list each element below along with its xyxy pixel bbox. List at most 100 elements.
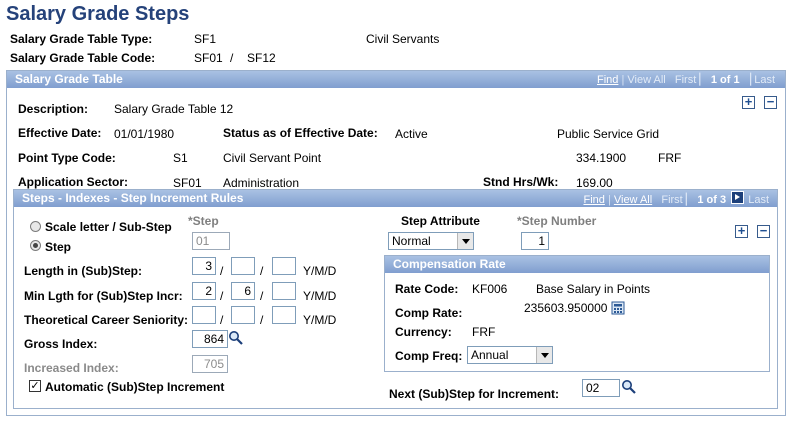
salary-grade-table-title: Salary Grade Table — [15, 72, 123, 86]
career-years-input[interactable] — [192, 306, 216, 324]
steps-last-link[interactable]: Last — [748, 194, 769, 206]
table-code-value2: SF12 — [247, 51, 276, 65]
min-length-years-input[interactable]: 2 — [192, 282, 216, 300]
steps-title: Steps - Indexes - Step Increment Rules — [22, 191, 244, 205]
steps-first-link[interactable]: First — [661, 194, 682, 206]
description-value: Salary Grade Table 12 — [114, 102, 234, 116]
career-months-input[interactable] — [231, 306, 255, 324]
comp-rate-value: 235603.950000 — [524, 301, 608, 315]
table-code-label: Salary Grade Table Code: — [10, 51, 156, 65]
row-count: 1 of 1 — [710, 74, 740, 86]
scale-letter-radio[interactable] — [30, 221, 41, 232]
next-step-input[interactable]: 02 — [582, 379, 620, 397]
table-type-label: Salary Grade Table Type: — [10, 32, 153, 46]
std-hours-label: Stnd Hrs/Wk: — [483, 175, 559, 189]
date-sep: / — [220, 313, 224, 327]
next-row-arrow-icon[interactable] — [731, 191, 744, 204]
step-col-label: *Step — [188, 214, 219, 228]
chevron-down-icon[interactable] — [536, 347, 552, 363]
min-length-months-input[interactable]: 6 — [231, 282, 255, 300]
gross-index-input[interactable]: 864 — [192, 330, 228, 348]
auto-increment-label: Automatic (Sub)Step Increment — [45, 380, 225, 394]
table-code-sep: / — [230, 51, 234, 65]
view-all-link[interactable]: View All — [627, 74, 665, 86]
min-length-days-input[interactable] — [272, 282, 296, 300]
point-currency: FRF — [658, 151, 682, 165]
min-length-label: Min Lgth for (Sub)Step Incr: — [24, 289, 183, 303]
ymd-label: Y/M/D — [303, 313, 337, 327]
ymd-label: Y/M/D — [303, 264, 337, 278]
auto-increment-checkbox[interactable]: ✓ — [29, 380, 41, 392]
date-sep: / — [260, 289, 264, 303]
status-value: Active — [395, 127, 428, 141]
calculator-icon[interactable] — [611, 301, 625, 315]
rate-code-value: KF006 — [472, 282, 508, 296]
step-input[interactable]: 01 — [192, 232, 230, 250]
last-arrow-icon: ▕ — [742, 74, 752, 86]
sector-desc: Administration — [223, 176, 300, 190]
grid-value: Public Service Grid — [557, 127, 660, 141]
length-months-input[interactable] — [231, 257, 255, 275]
compensation-rate-header: Compensation Rate — [385, 256, 769, 273]
next-step-label: Next (Sub)Step for Increment: — [389, 387, 560, 401]
gross-index-label: Gross Index: — [24, 337, 98, 351]
add-row-button[interactable]: + — [742, 95, 755, 109]
point-type-code: S1 — [173, 151, 188, 165]
step-number-input[interactable]: 1 — [521, 232, 549, 250]
comp-freq-label: Comp Freq: — [395, 349, 463, 363]
nav-sep: | — [607, 194, 611, 206]
increased-index-label: Increased Index: — [24, 361, 119, 375]
length-years-input[interactable]: 3 — [192, 257, 216, 275]
date-sep: / — [220, 289, 224, 303]
career-label: Theoretical Career Seniority: — [24, 313, 189, 327]
rate-code-desc: Base Salary in Points — [536, 282, 651, 296]
date-sep: / — [260, 313, 264, 327]
currency-value: FRF — [472, 325, 496, 339]
step-radio[interactable] — [30, 240, 41, 251]
add-step-button[interactable]: + — [735, 224, 748, 238]
nav-sep: | — [621, 74, 625, 86]
length-days-input[interactable] — [272, 257, 296, 275]
length-label: Length in (Sub)Step: — [24, 264, 142, 278]
last-link[interactable]: Last — [754, 74, 775, 86]
point-type-desc: Civil Servant Point — [223, 151, 322, 165]
scale-letter-radio-label: Scale letter / Sub-Step — [45, 220, 172, 234]
step-attribute-value: Normal — [392, 234, 431, 248]
steps-header: Steps - Indexes - Step Increment Rules F… — [14, 190, 777, 207]
date-sep: / — [220, 264, 224, 278]
find-link[interactable]: Find — [597, 74, 618, 86]
chevron-down-icon[interactable] — [457, 233, 473, 249]
std-hours-value: 169.00 — [576, 176, 613, 190]
sector-label: Application Sector: — [18, 175, 129, 189]
comp-freq-value: Annual — [471, 348, 509, 362]
comp-rate-label: Comp Rate: — [395, 306, 463, 320]
delete-row-button[interactable]: − — [764, 95, 777, 109]
sector-code: SF01 — [173, 176, 202, 190]
compensation-rate-title: Compensation Rate — [393, 257, 506, 271]
effective-date-value: 01/01/1980 — [114, 127, 175, 141]
table-type-desc: Civil Servants — [366, 32, 440, 46]
steps-view-all-link[interactable]: View All — [614, 194, 652, 206]
magnifier-icon[interactable] — [621, 379, 637, 395]
table-code-value1: SF01 — [194, 51, 223, 65]
steps-row-count: 1 of 3 — [697, 194, 727, 206]
first-link[interactable]: First — [675, 74, 696, 86]
page-title: Salary Grade Steps — [6, 3, 190, 25]
step-attribute-label: Step Attribute — [401, 214, 480, 228]
step-number-label: *Step Number — [517, 214, 597, 228]
steps-find-link[interactable]: Find — [583, 194, 604, 206]
delete-step-button[interactable]: − — [757, 224, 770, 238]
rate-code-label: Rate Code: — [395, 282, 459, 296]
description-label: Description: — [18, 102, 89, 116]
first-arrow-icon: ▏ — [699, 74, 708, 86]
date-sep: / — [260, 264, 264, 278]
comp-freq-select[interactable]: Annual — [467, 346, 553, 364]
first-arrow-icon: ▏ — [685, 194, 695, 206]
effective-date-label: Effective Date: — [18, 126, 102, 140]
step-radio-label: Step — [45, 240, 72, 254]
salary-grade-table-nav: Find | View All First ▏ 1 of 1 ▕ Last — [597, 72, 775, 89]
magnifier-icon[interactable] — [228, 330, 244, 346]
point-type-label: Point Type Code: — [18, 151, 116, 165]
career-days-input[interactable] — [272, 306, 296, 324]
step-attribute-select[interactable]: Normal — [388, 232, 474, 250]
